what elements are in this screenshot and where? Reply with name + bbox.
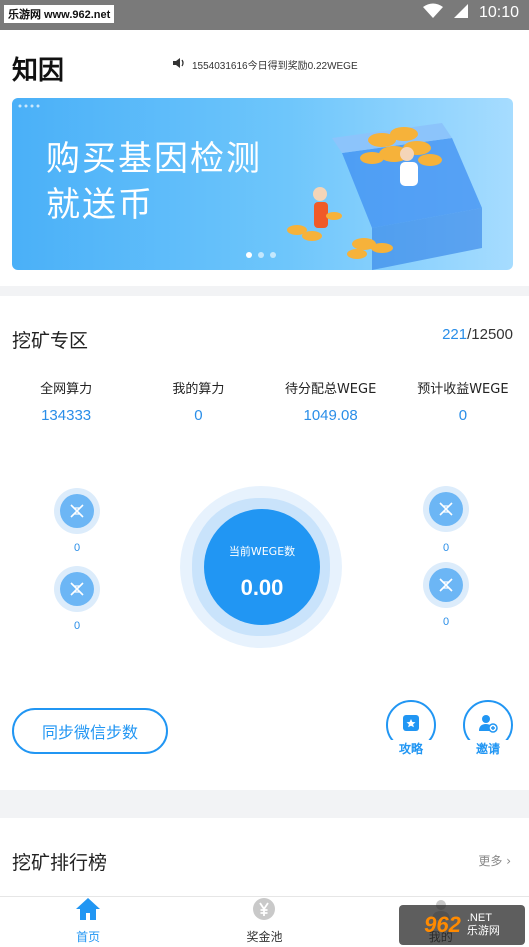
dna-bubble[interactable]: [423, 486, 469, 532]
stat-value: 134333: [41, 407, 92, 424]
dna-bubble[interactable]: [423, 562, 469, 608]
status-icons: 10:10: [422, 3, 519, 23]
ranking-more-link[interactable]: 更多 ›: [478, 852, 511, 869]
current-wege-circle[interactable]: 当前WEGE数 0.00: [204, 509, 320, 625]
stat-value: 0: [458, 407, 468, 424]
ranking-section: 挖矿排行榜 更多 ›: [0, 818, 529, 896]
guide-icon: [400, 712, 422, 738]
bubble-value: 0: [73, 542, 81, 554]
sync-wechat-steps-button[interactable]: 同步微信步数: [12, 708, 168, 754]
app-title: 知因: [12, 56, 65, 86]
notice-text: 1554031616今日得到奖励0.22WEGE: [192, 61, 358, 72]
current-wege-label: 当前WEGE数: [228, 545, 296, 558]
ranking-title: 挖矿排行榜: [12, 852, 108, 874]
carousel-dot[interactable]: [258, 252, 264, 258]
carousel-dot[interactable]: [270, 252, 276, 258]
mining-count: 221/12500: [442, 326, 513, 343]
bottom-tab-bar: 首页 奖金池 我的 962 .NET 乐游网: [0, 896, 529, 947]
wifi-icon: [422, 3, 443, 23]
mining-count-current: 221: [442, 326, 468, 343]
watermark-text: .NET 乐游网: [467, 912, 500, 938]
stat-total-power: 全网算力 134333: [0, 378, 132, 424]
stats-row: 全网算力 134333 我的算力 0 待分配总WEGE 1049.08 预计收益…: [0, 378, 529, 424]
tab-label: 奖金池: [246, 930, 283, 944]
mining-section: 挖矿专区 221/12500 全网算力 134333 我的算力 0 待分配总WE…: [0, 286, 529, 790]
banner-line-1: 购买基因检测: [46, 139, 262, 179]
dna-icon: [429, 492, 463, 526]
tab-home[interactable]: 首页: [0, 897, 176, 947]
invite-label: 邀请: [463, 740, 513, 757]
watermark-text-2: 乐游网: [466, 925, 500, 937]
dna-icon: [60, 572, 94, 606]
stat-value: 0: [194, 407, 203, 424]
watermark-top: 乐游网 www.962.net: [4, 5, 115, 23]
invite-icon: [477, 712, 499, 738]
dna-bubble[interactable]: [54, 488, 100, 534]
stat-label: 全网算力: [40, 382, 93, 397]
bubble-value: 0: [73, 620, 81, 632]
tab-prize-pool[interactable]: 奖金池: [176, 897, 352, 947]
yen-coin-icon: [252, 897, 276, 925]
promo-banner[interactable]: 购买基因检测 就送币: [12, 98, 513, 270]
dna-bubble[interactable]: [54, 566, 100, 612]
status-bar: 乐游网 www.962.net 10:10: [0, 0, 529, 30]
notice-bar[interactable]: 1554031616今日得到奖励0.22WEGE: [172, 56, 358, 73]
bubble-value: 0: [442, 616, 450, 628]
current-wege-value: 0.00: [240, 575, 284, 600]
stat-expected-wege: 预计收益WEGE 0: [397, 378, 529, 424]
stat-pending-wege: 待分配总WEGE 1049.08: [265, 378, 397, 424]
banner-text: 购买基因检测 就送币: [46, 136, 262, 228]
dna-icon: [60, 494, 94, 528]
tab-label: 首页: [76, 930, 101, 944]
watermark-text-1: .NET: [466, 912, 492, 924]
carousel-dots: [246, 252, 276, 258]
signal-icon: [453, 3, 469, 23]
watermark-number: 962: [424, 912, 461, 937]
stat-label: 预计收益WEGE: [417, 382, 509, 397]
banner-line-2: 就送币: [46, 185, 154, 225]
stat-label: 待分配总WEGE: [284, 382, 377, 397]
guide-label: 攻略: [386, 740, 436, 757]
mining-count-total: /12500: [467, 326, 513, 343]
dna-icon: [429, 568, 463, 602]
mining-title: 挖矿专区: [12, 330, 89, 352]
clock: 10:10: [478, 4, 519, 21]
speaker-icon: [172, 56, 186, 73]
stat-my-power: 我的算力 0: [132, 378, 264, 424]
stat-value: 1049.08: [303, 407, 358, 424]
home-icon: [75, 897, 101, 925]
stat-label: 我的算力: [172, 382, 225, 397]
bubble-value: 0: [442, 542, 450, 554]
header: 知因 1554031616今日得到奖励0.22WEGE 购买基因检测 就送币: [0, 30, 529, 286]
watermark-bottom: 962 .NET 乐游网: [399, 905, 525, 945]
carousel-dot[interactable]: [246, 252, 252, 258]
